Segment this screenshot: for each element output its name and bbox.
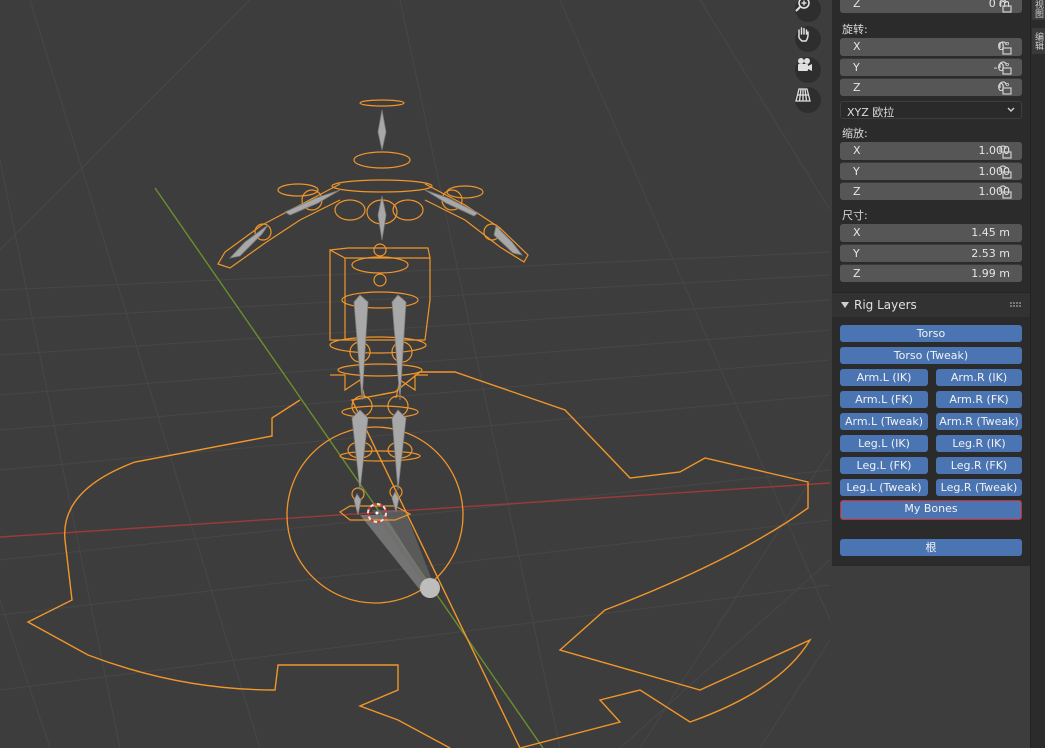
layer-arm-r-ik-button[interactable]: Arm.R (IK) xyxy=(936,369,1022,386)
tab-view[interactable]: 视图 xyxy=(1032,0,1045,20)
layer-arm-l-ik-button[interactable]: Arm.L (IK) xyxy=(840,369,928,386)
tab-edit[interactable]: 编辑 xyxy=(1032,28,1045,54)
scale-label: 缩放: xyxy=(842,127,868,140)
hand-pan-icon xyxy=(798,27,809,42)
root-bone-head xyxy=(420,578,440,598)
layer-torso-button[interactable]: Torso xyxy=(840,325,1022,342)
pan-button[interactable] xyxy=(795,26,821,52)
layer-arm-r-tweak-button[interactable]: Arm.R (Tweak) xyxy=(936,413,1022,430)
layer-arm-l-fk-button[interactable]: Arm.L (FK) xyxy=(840,391,928,408)
lock-icon[interactable] xyxy=(998,81,1012,95)
layer-leg-r-tweak-button[interactable]: Leg.R (Tweak) xyxy=(936,479,1022,496)
rotation-label: 旋转: xyxy=(842,23,868,36)
lock-icon[interactable] xyxy=(998,0,1012,13)
layer-arm-r-fk-button[interactable]: Arm.R (FK) xyxy=(936,391,1022,408)
dimension-x-field[interactable]: X 1.45 m xyxy=(840,224,1022,242)
grid-perspective-icon xyxy=(795,88,811,102)
lock-icon[interactable] xyxy=(998,41,1012,55)
layer-torso-tweak-button[interactable]: Torso (Tweak) xyxy=(840,347,1022,364)
lock-icon[interactable] xyxy=(998,61,1012,75)
dimension-y-field[interactable]: Y 2.53 m xyxy=(840,244,1022,262)
scale-z-field[interactable]: Z 1.000 xyxy=(840,182,1022,200)
layer-root-button[interactable]: 根 xyxy=(840,539,1022,556)
lock-icon[interactable] xyxy=(998,185,1012,199)
sidebar-tab-bar: 视图 编辑 xyxy=(1030,0,1045,748)
sidebar-n-panel: Z 0 m 旋转: X 0° Y -0° Z 0° XYZ 欧拉 缩放: X 1… xyxy=(832,0,1030,566)
camera-icon xyxy=(798,58,812,71)
rotation-z-field[interactable]: Z 0° xyxy=(840,78,1022,96)
dimensions-label: 尺寸: xyxy=(842,209,868,222)
rig-layers-header[interactable]: Rig Layers xyxy=(832,292,1030,317)
scale-x-field[interactable]: X 1.000 xyxy=(840,142,1022,160)
rotation-x-field[interactable]: X 0° xyxy=(840,38,1022,56)
chevron-down-icon xyxy=(1007,107,1015,112)
rotation-mode-select[interactable]: XYZ 欧拉 xyxy=(840,101,1022,119)
collapse-triangle-icon xyxy=(841,302,849,308)
dimension-z-field[interactable]: Z 1.99 m xyxy=(840,264,1022,282)
rotation-y-field[interactable]: Y -0° xyxy=(840,58,1022,76)
layer-my-bones-button[interactable]: My Bones xyxy=(840,500,1022,520)
floor-grid xyxy=(0,0,831,748)
layer-leg-r-fk-button[interactable]: Leg.R (FK) xyxy=(936,457,1022,474)
zoom-icon xyxy=(795,0,810,12)
y-axis-line xyxy=(154,187,544,748)
layer-leg-r-ik-button[interactable]: Leg.R (IK) xyxy=(936,435,1022,452)
camera-view-button[interactable] xyxy=(795,57,821,83)
location-z-field[interactable]: Z 0 m xyxy=(840,0,1022,13)
layer-leg-l-fk-button[interactable]: Leg.L (FK) xyxy=(840,457,928,474)
lock-icon[interactable] xyxy=(998,165,1012,179)
drag-grip-icon[interactable] xyxy=(1010,302,1022,308)
perspective-toggle-button[interactable] xyxy=(795,87,821,113)
bone-shapes xyxy=(228,109,523,516)
armature-rig xyxy=(217,99,529,521)
layer-leg-l-ik-button[interactable]: Leg.L (IK) xyxy=(840,435,928,452)
lock-icon[interactable] xyxy=(998,145,1012,159)
layer-leg-l-tweak-button[interactable]: Leg.L (Tweak) xyxy=(840,479,928,496)
scale-y-field[interactable]: Y 1.000 xyxy=(840,162,1022,180)
layer-arm-l-tweak-button[interactable]: Arm.L (Tweak) xyxy=(840,413,928,430)
